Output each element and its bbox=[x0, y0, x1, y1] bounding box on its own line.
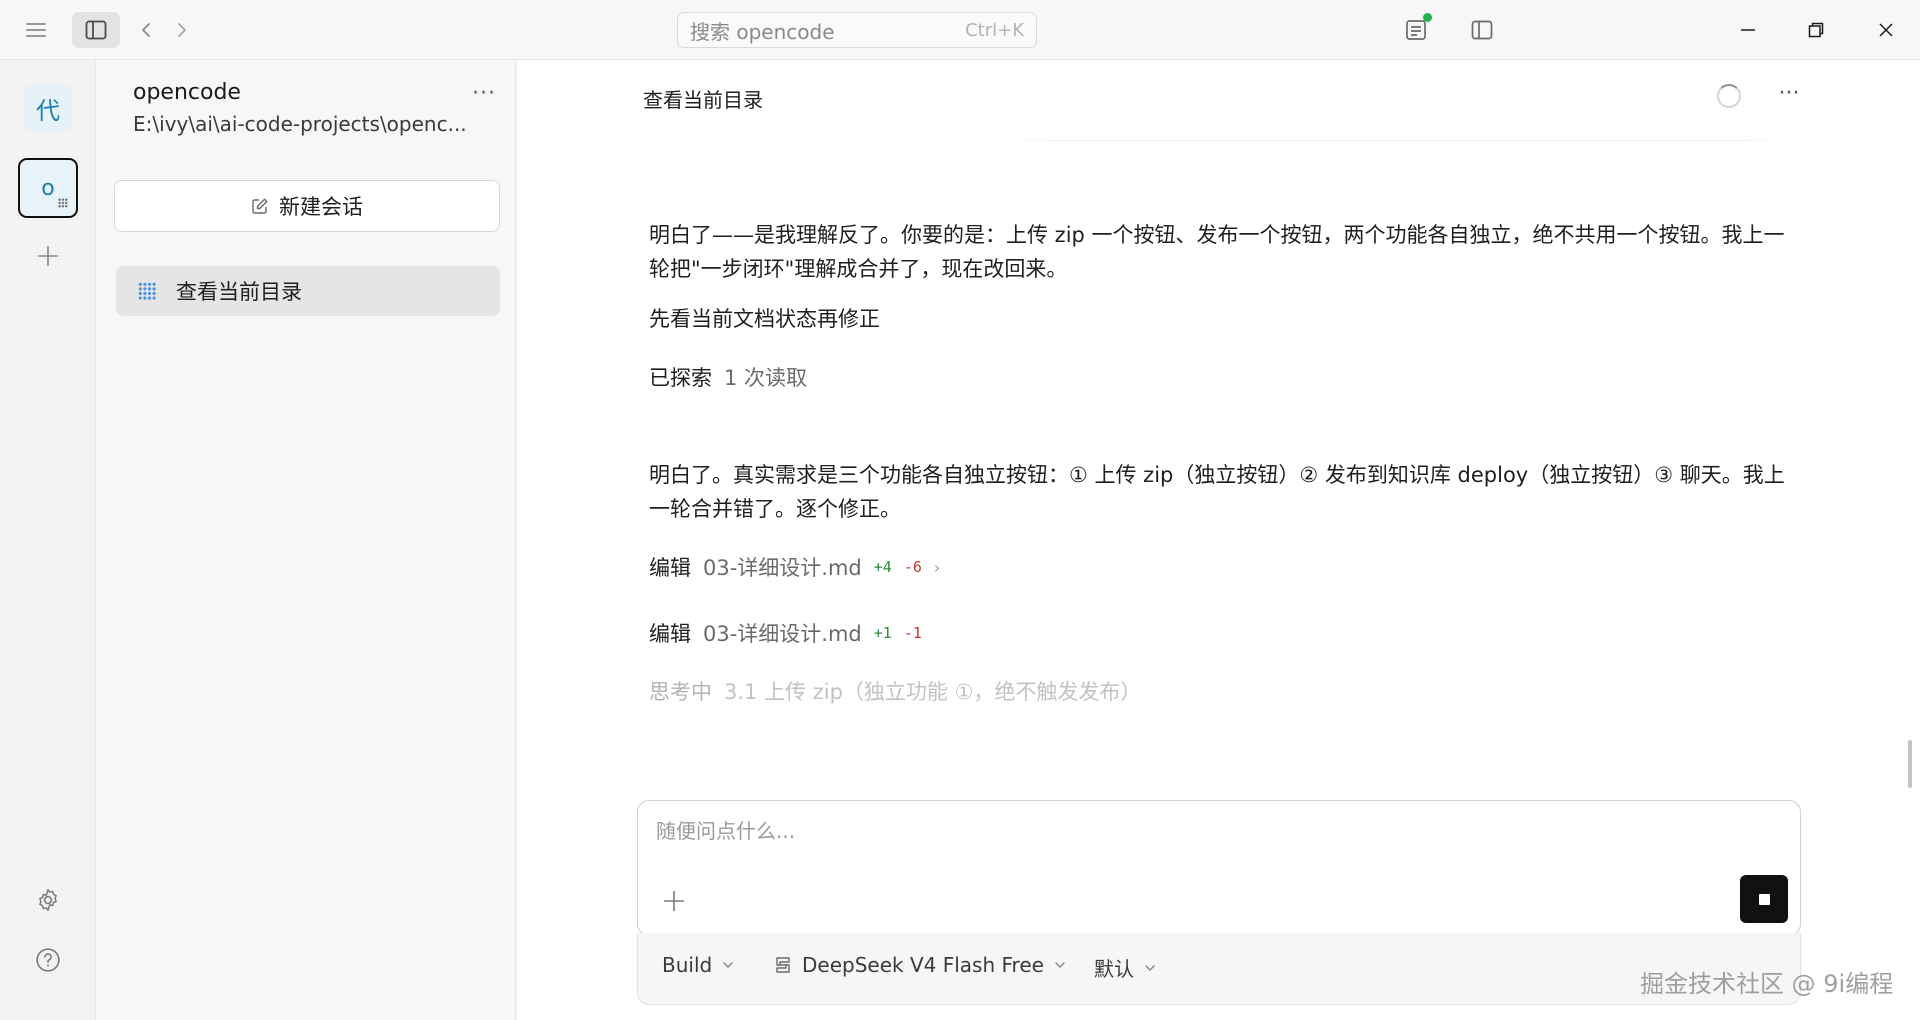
toggle-sidebar-button[interactable] bbox=[72, 12, 120, 48]
edit-file-name: 03-详细设计.md bbox=[703, 556, 862, 580]
explored-label: 已探索 bbox=[649, 366, 712, 390]
toggle-right-panel-button[interactable] bbox=[1464, 12, 1500, 48]
scrollbar-thumb[interactable] bbox=[1908, 740, 1912, 788]
chevron-down-icon bbox=[723, 962, 733, 969]
variant-select[interactable]: 默认 bbox=[1094, 953, 1156, 982]
forward-button[interactable] bbox=[168, 12, 196, 48]
thinking-detail: 3.1 上传 zip（独立功能 ①，绝不触发发布） bbox=[724, 680, 1142, 704]
settings-button[interactable] bbox=[30, 882, 66, 918]
watermark: 掘金技术社区 @ 9i编程 bbox=[1640, 970, 1894, 998]
agent-select[interactable]: Build bbox=[662, 953, 734, 977]
model-provider-icon bbox=[776, 957, 790, 973]
project-tile[interactable]: 代 bbox=[24, 84, 72, 132]
explored-detail: 1 次读取 bbox=[724, 366, 808, 390]
restore-button[interactable] bbox=[1798, 12, 1834, 48]
search-placeholder: 搜索 opencode bbox=[690, 19, 835, 44]
chat-main: 查看当前目录 ··· 明白了——是我理解反了。你要的是：上传 zip 一个按钮、… bbox=[517, 60, 1920, 1020]
diff-additions: +1 bbox=[873, 624, 892, 642]
chat-title: 查看当前目录 bbox=[643, 88, 763, 112]
prompt-placeholder: 随便问点什么... bbox=[656, 819, 796, 843]
search-input[interactable]: 搜索 opencode Ctrl+K bbox=[677, 12, 1037, 48]
stop-button[interactable] bbox=[1740, 875, 1788, 923]
add-project-button[interactable] bbox=[30, 238, 66, 274]
search-shortcut: Ctrl+K bbox=[965, 19, 1024, 41]
edit-label: 编辑 bbox=[649, 556, 691, 580]
variant-label: 默认 bbox=[1094, 957, 1134, 981]
dots-icon bbox=[58, 198, 68, 208]
stop-icon bbox=[1758, 893, 1770, 905]
thinking-status: 思考中 3.1 上传 zip（独立功能 ①，绝不触发发布） bbox=[649, 676, 1141, 706]
gear-icon bbox=[39, 888, 57, 912]
model-select[interactable]: DeepSeek V4 Flash Free bbox=[774, 953, 1066, 977]
assistant-message: 明白了。真实需求是三个功能各自独立按钮：① 上传 zip（独立按钮）② 发布到知… bbox=[649, 463, 1785, 521]
session-sidebar: opencode E:\ivy\ai\ai-code-projects\open… bbox=[96, 60, 516, 1020]
project-more-button[interactable]: ··· bbox=[466, 78, 502, 108]
assistant-message: 先看当前文档状态再修正 bbox=[649, 307, 880, 331]
project-name: opencode bbox=[133, 80, 241, 105]
sidebar-panel-icon bbox=[85, 20, 107, 40]
plus-icon bbox=[664, 891, 684, 911]
composer-options-tray: Build DeepSeek V4 Flash Free 默认 bbox=[637, 933, 1801, 1005]
assistant-message: 明白了——是我理解反了。你要的是：上传 zip 一个按钮、发布一个按钮，两个功能… bbox=[649, 223, 1785, 281]
chat-more-button[interactable]: ··· bbox=[1771, 78, 1807, 108]
chevron-left-icon bbox=[142, 23, 150, 37]
new-session-button[interactable]: 新建会话 bbox=[114, 180, 500, 232]
add-attachment-button[interactable] bbox=[658, 885, 690, 917]
title-bar: 搜索 opencode Ctrl+K bbox=[0, 0, 1920, 60]
agent-label: Build bbox=[662, 953, 713, 977]
loading-spinner-icon bbox=[1717, 84, 1741, 108]
help-icon bbox=[36, 948, 60, 972]
minimize-icon bbox=[1741, 29, 1755, 31]
restore-icon bbox=[1808, 22, 1824, 38]
edit-icon bbox=[252, 198, 268, 214]
prompt-composer[interactable]: 随便问点什么... bbox=[637, 800, 1801, 936]
list-panel-icon bbox=[1406, 20, 1426, 40]
edit-label: 编辑 bbox=[649, 622, 691, 646]
project-tile-label: o bbox=[41, 175, 55, 201]
project-tile-label: 代 bbox=[36, 96, 60, 125]
edit-tool-call[interactable]: 编辑 03-详细设计.md +4 -6 › bbox=[649, 552, 940, 582]
project-tile-inner: o bbox=[24, 164, 72, 212]
plus-icon bbox=[38, 246, 58, 266]
diff-deletions: -6 bbox=[903, 558, 922, 576]
back-button[interactable] bbox=[132, 12, 160, 48]
diff-additions: +4 bbox=[873, 558, 892, 576]
session-item[interactable]: 查看当前目录 bbox=[116, 266, 500, 316]
explored-summary[interactable]: 已探索 1 次读取 bbox=[649, 362, 807, 392]
edit-tool-call[interactable]: 编辑 03-详细设计.md +1 -1 bbox=[649, 618, 922, 648]
project-rail: 代 o bbox=[0, 60, 96, 1020]
divider bbox=[997, 140, 1797, 141]
menu-icon[interactable] bbox=[18, 12, 54, 48]
close-button[interactable] bbox=[1868, 12, 1904, 48]
help-button[interactable] bbox=[30, 942, 66, 978]
edit-file-name: 03-详细设计.md bbox=[703, 622, 862, 646]
close-icon bbox=[1879, 23, 1893, 37]
loading-dots-icon bbox=[138, 282, 156, 300]
project-tile-active[interactable]: o bbox=[18, 158, 78, 218]
chevron-right-icon bbox=[178, 23, 186, 37]
chevron-down-icon bbox=[1055, 962, 1065, 969]
session-title: 查看当前目录 bbox=[176, 280, 302, 304]
thinking-label: 思考中 bbox=[649, 680, 712, 704]
project-path: E:\ivy\ai\ai-code-projects\openc... bbox=[133, 112, 467, 136]
model-label: DeepSeek V4 Flash Free bbox=[802, 953, 1044, 977]
diff-deletions: -1 bbox=[903, 624, 922, 642]
right-panel-icon bbox=[1471, 20, 1493, 40]
minimize-button[interactable] bbox=[1730, 12, 1766, 48]
status-dot bbox=[1423, 13, 1432, 22]
chevron-down-icon bbox=[1145, 964, 1155, 971]
new-session-label: 新建会话 bbox=[279, 195, 363, 219]
chevron-right-icon: › bbox=[933, 557, 941, 577]
